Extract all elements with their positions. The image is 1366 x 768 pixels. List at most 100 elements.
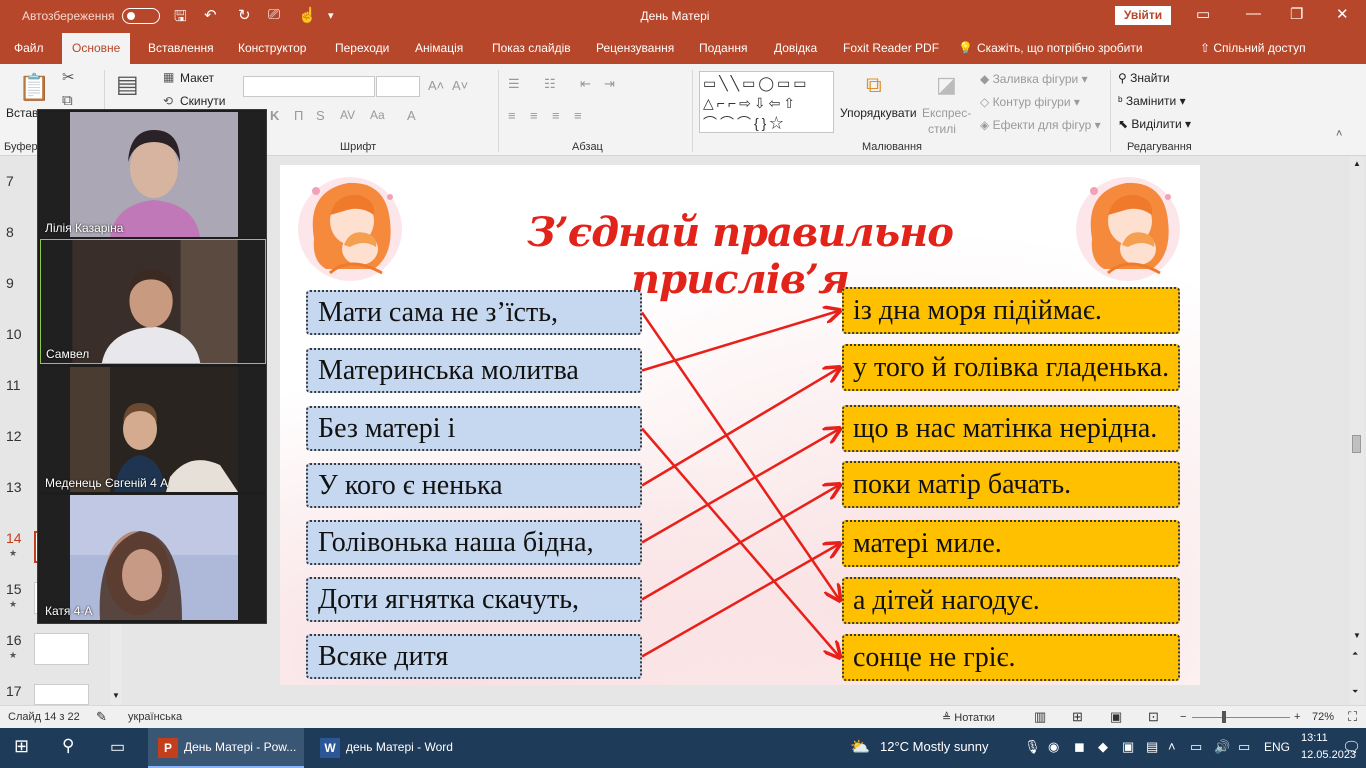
participant-tile[interactable]: Самвел	[40, 239, 266, 364]
slide-number[interactable]: 13	[6, 479, 22, 495]
justify-icon[interactable]: ≡	[574, 108, 582, 123]
slide-number[interactable]: 10	[6, 326, 22, 342]
notes-button[interactable]: ≜ Нотатки	[942, 711, 995, 724]
shape-effects-button[interactable]: ◈ Ефекти для фігур ▾	[980, 118, 1101, 132]
zoom-slider[interactable]	[1192, 717, 1290, 718]
tab-animations[interactable]: Анімація	[415, 41, 463, 55]
scroll-down-icon[interactable]: ▼	[1353, 631, 1361, 640]
slide-number-active[interactable]: 14	[6, 530, 22, 546]
paste-icon[interactable]: 📋	[18, 72, 50, 103]
tab-design[interactable]: Конструктор	[238, 41, 306, 55]
scroll-up-icon[interactable]: ▲	[1353, 159, 1361, 168]
slide-thumbnail[interactable]	[34, 633, 89, 665]
zoom-level[interactable]: 72%	[1312, 711, 1334, 723]
tray-app-icon[interactable]: ◼	[1074, 739, 1085, 755]
tray-app-icon[interactable]: ▤	[1146, 739, 1158, 755]
quick-styles-icon[interactable]: ◪	[936, 72, 957, 98]
share-button[interactable]: ⇧ Спільний доступ	[1200, 41, 1306, 55]
zoom-in-icon[interactable]: +	[1294, 711, 1300, 723]
close-icon[interactable]: ✕	[1336, 5, 1349, 23]
quick-styles-label-1[interactable]: Експрес-	[922, 106, 971, 120]
slideshow-icon[interactable]: ⊡	[1148, 709, 1159, 725]
underline-icon[interactable]: П	[294, 108, 303, 123]
find-button[interactable]: ⚲ Знайти	[1118, 71, 1170, 85]
font-color-icon[interactable]: A	[407, 108, 416, 123]
participant-tile[interactable]: Меденець Євгеній 4 А	[40, 367, 266, 492]
clock-time[interactable]: 13:11	[1301, 732, 1328, 744]
battery-icon[interactable]: ▭	[1238, 739, 1250, 755]
zoom-out-icon[interactable]: −	[1180, 711, 1186, 723]
redo-icon[interactable]: ↻	[238, 6, 251, 24]
slide-thumbnail[interactable]	[34, 684, 89, 705]
show-hidden-icons-icon[interactable]: ˄	[1168, 739, 1176, 754]
weather-icon[interactable]: ⛅	[850, 737, 870, 757]
customize-qat-icon[interactable]: ▾	[328, 9, 334, 22]
connection-arrow[interactable]	[641, 368, 840, 487]
weather-text[interactable]: 12°C Mostly sunny	[880, 739, 989, 754]
slide-number[interactable]: 8	[6, 224, 14, 240]
video-call-panel[interactable]: Лілія Казаріна Самвел Меденець Євгеній 4…	[37, 109, 267, 624]
font-name-box[interactable]	[243, 76, 375, 97]
connection-arrow[interactable]	[640, 311, 840, 601]
shape-fill-button[interactable]: ◆ Заливка фігури ▾	[980, 72, 1088, 86]
microphone-icon[interactable]: 🎙	[1024, 739, 1041, 755]
reset-button[interactable]: Скинути	[180, 94, 225, 108]
connection-arrow[interactable]	[641, 311, 840, 372]
tray-app-icon[interactable]: ▣	[1122, 739, 1134, 755]
cut-icon[interactable]: ✂	[62, 68, 75, 86]
shapes-gallery[interactable]: ▭╲╲▭◯▭▭ △⌐⌐⇨⇩⇦⇧ ⌒⌒⌒{}☆	[699, 71, 834, 133]
language-indicator[interactable]: українська	[128, 711, 182, 723]
slide-scrollbar[interactable]: ▲ ▼ ⏶ ⏷	[1350, 157, 1364, 705]
collapse-ribbon-icon[interactable]: ˄	[1336, 128, 1342, 140]
task-view-icon[interactable]: ▭	[110, 737, 125, 757]
paste-label[interactable]: Встав	[6, 106, 38, 120]
zoom-app-icon[interactable]: ◉	[1048, 739, 1059, 755]
taskbar-powerpoint[interactable]: P День Матері - Pow...	[148, 728, 304, 768]
tab-foxit[interactable]: Foxit Reader PDF	[843, 41, 939, 55]
input-language[interactable]: ENG	[1264, 740, 1290, 754]
arrange-button[interactable]: Упорядкувати	[840, 106, 917, 120]
character-spacing-icon[interactable]: AV	[340, 108, 355, 122]
participant-tile[interactable]: Лілія Казаріна	[40, 112, 266, 237]
tab-slideshow[interactable]: Показ слайдів	[492, 41, 571, 55]
network-icon[interactable]: ▭	[1190, 739, 1202, 755]
tab-file[interactable]: Файл	[14, 41, 44, 55]
strikethrough-icon[interactable]: S	[316, 108, 325, 123]
replace-button[interactable]: ᵇ Замінити ▾	[1118, 94, 1186, 108]
zoom-slider-thumb[interactable]	[1222, 711, 1226, 723]
tab-review[interactable]: Рецензування	[596, 41, 674, 55]
previous-slide-icon[interactable]: ⏶	[1352, 649, 1358, 659]
reading-view-icon[interactable]: ▣	[1110, 709, 1122, 725]
windows-start-icon[interactable]: ⊞	[14, 736, 29, 757]
scroll-down-icon[interactable]: ▼	[112, 691, 120, 700]
decrease-indent-icon[interactable]: ⇤	[580, 76, 591, 92]
save-icon[interactable]: 🖫	[174, 6, 187, 31]
copy-icon[interactable]: ⧉	[62, 92, 73, 109]
reset-icon[interactable]: ⟲	[163, 94, 173, 108]
restore-icon[interactable]: ❐	[1290, 5, 1303, 23]
search-icon[interactable]: ⚲	[62, 736, 74, 756]
align-center-icon[interactable]: ≡	[530, 108, 538, 123]
start-from-beginning-icon[interactable]: ⎚	[268, 6, 280, 23]
next-slide-icon[interactable]: ⏷	[1352, 687, 1358, 697]
bold-icon[interactable]: K	[270, 108, 279, 123]
tab-help[interactable]: Довідка	[774, 41, 817, 55]
select-button[interactable]: ⬉ Виділити ▾	[1118, 117, 1191, 131]
font-size-box[interactable]	[376, 76, 420, 97]
touch-mode-icon[interactable]: ☝	[298, 6, 317, 24]
slide-canvas[interactable]: З’єднай правильно прислів’я Мати сама не…	[280, 165, 1200, 685]
fit-to-window-icon[interactable]: ⛶	[1348, 709, 1357, 725]
slide-number[interactable]: 16	[6, 632, 22, 648]
bullets-icon[interactable]: ☰	[508, 76, 520, 92]
align-right-icon[interactable]: ≡	[552, 108, 560, 123]
minimize-icon[interactable]: —	[1246, 5, 1261, 22]
font-shrink-icon[interactable]: A˅	[452, 78, 468, 93]
new-slide-icon[interactable]: ▤	[116, 70, 139, 99]
slide-sorter-icon[interactable]: ⊞	[1072, 709, 1083, 725]
volume-icon[interactable]: 🔊	[1214, 739, 1230, 755]
change-case-icon[interactable]: Aa	[370, 108, 385, 122]
normal-view-icon[interactable]: ▥	[1034, 709, 1046, 725]
autosave-toggle[interactable]	[122, 8, 160, 24]
ribbon-display-options-icon[interactable]: ▭	[1196, 5, 1210, 23]
slide-number[interactable]: 9	[6, 275, 14, 291]
